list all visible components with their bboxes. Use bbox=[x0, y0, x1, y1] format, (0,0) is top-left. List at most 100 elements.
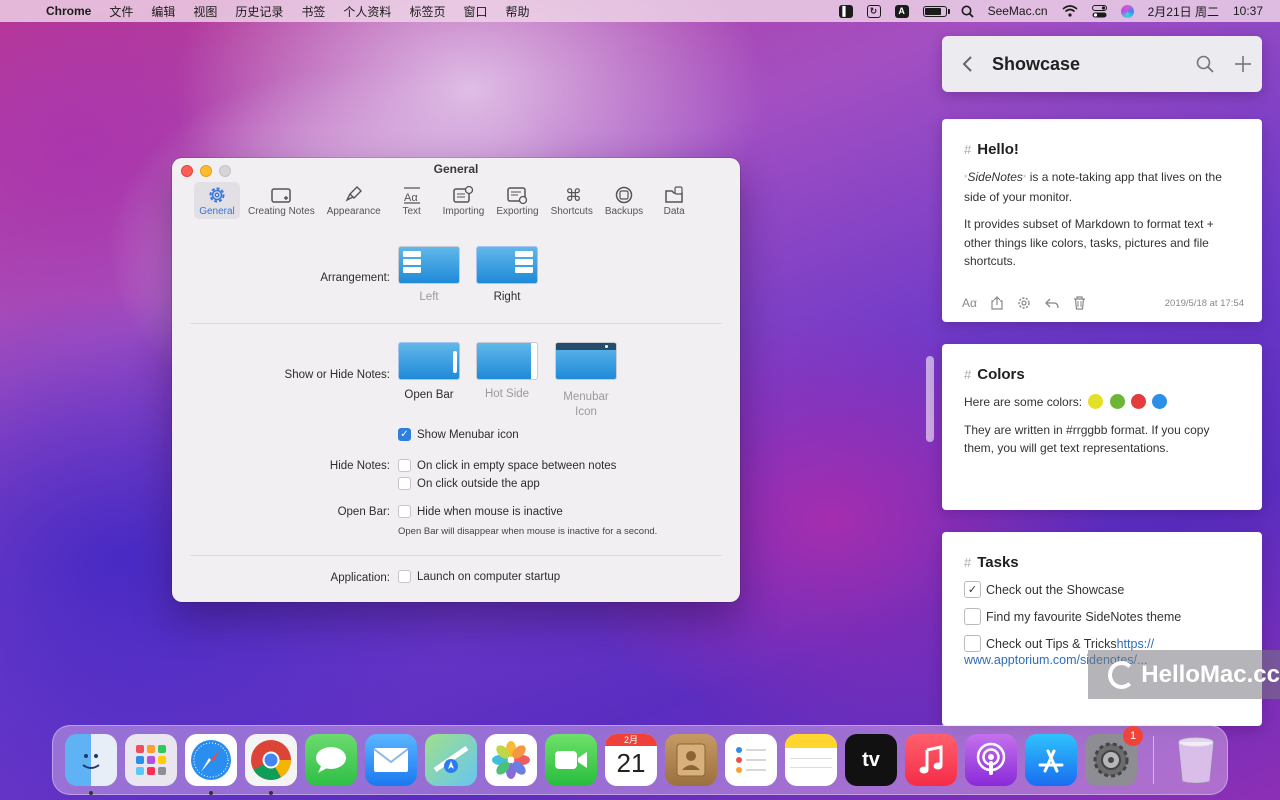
sidenotes-scroll-handle[interactable] bbox=[926, 356, 934, 442]
note-title-text: Tasks bbox=[977, 554, 1019, 571]
show-hide-label: Show or Hide Notes: bbox=[284, 369, 390, 381]
arrangement-left-caption: Left bbox=[419, 291, 439, 303]
facetime-icon[interactable] bbox=[545, 734, 597, 786]
menu-bookmarks[interactable]: 书签 bbox=[292, 3, 334, 20]
task-item[interactable]: ✓ Check out the Showcase bbox=[964, 581, 1240, 598]
menu-profiles[interactable]: 个人资料 bbox=[334, 3, 400, 20]
menu-file[interactable]: 文件 bbox=[100, 3, 142, 20]
tab-shortcuts[interactable]: ⌘ Shortcuts bbox=[547, 182, 597, 219]
safari-icon[interactable] bbox=[185, 734, 237, 795]
note-card[interactable]: # Hello! *SideNotes* is a note-taking app… bbox=[942, 119, 1262, 322]
plus-icon bbox=[1235, 56, 1251, 72]
tab-general-label: General bbox=[199, 206, 235, 217]
tab-shortcuts-label: Shortcuts bbox=[550, 206, 593, 217]
color-swatch-red[interactable] bbox=[1131, 394, 1147, 409]
tab-creating-notes[interactable]: Creating Notes bbox=[244, 182, 319, 219]
tab-creating-notes-label: Creating Notes bbox=[248, 206, 315, 217]
calendar-icon[interactable]: 2月 21 bbox=[605, 734, 657, 786]
mail-icon[interactable] bbox=[365, 734, 417, 786]
podcasts-icon[interactable] bbox=[965, 734, 1017, 786]
heading-hash-icon: # bbox=[964, 555, 972, 570]
arrangement-left-option[interactable] bbox=[398, 246, 460, 284]
launch-at-startup-checkbox[interactable]: Launch on computer startup bbox=[398, 570, 560, 583]
menu-view[interactable]: 视图 bbox=[184, 3, 226, 20]
share-icon[interactable] bbox=[991, 296, 1003, 310]
note-date: 2019/5/18 at 17:54 bbox=[1164, 297, 1244, 309]
wifi-icon[interactable] bbox=[1062, 5, 1078, 17]
system-preferences-icon[interactable]: 1 bbox=[1085, 726, 1143, 786]
tab-general[interactable]: General bbox=[194, 182, 240, 219]
menubar-time[interactable]: 10:37 bbox=[1233, 4, 1263, 18]
menu-history[interactable]: 历史记录 bbox=[226, 3, 292, 20]
add-note-button[interactable] bbox=[1224, 55, 1262, 73]
maps-icon[interactable] bbox=[425, 734, 477, 786]
task-checkbox[interactable] bbox=[964, 635, 981, 652]
menubar-date[interactable]: 2月21日 周二 bbox=[1148, 3, 1219, 20]
color-swatch-green[interactable] bbox=[1109, 394, 1125, 409]
launchpad-icon[interactable] bbox=[125, 734, 177, 786]
sync-menubar-icon[interactable]: ↻ bbox=[866, 4, 881, 18]
tab-importing[interactable]: Importing bbox=[439, 182, 489, 219]
note-footer: Aα 2019/5/18 at 17:54 bbox=[962, 296, 1244, 310]
tab-exporting-label: Exporting bbox=[496, 206, 539, 217]
color-swatch-yellow[interactable] bbox=[1088, 394, 1104, 409]
menu-tabs[interactable]: 标签页 bbox=[400, 3, 454, 20]
messages-icon[interactable] bbox=[305, 734, 357, 786]
open-bar-hint: Open Bar will disappear when mouse is in… bbox=[398, 526, 658, 537]
control-center-icon[interactable] bbox=[1091, 4, 1107, 18]
trash-icon[interactable] bbox=[1073, 296, 1086, 310]
tab-exporting[interactable]: Exporting bbox=[492, 182, 542, 219]
watermark-logo-icon bbox=[1108, 660, 1136, 689]
menu-help[interactable]: 帮助 bbox=[496, 3, 538, 20]
preferences-toolbar: General Creating Notes Appearance Aα Tex… bbox=[194, 182, 697, 219]
task-link[interactable]: https:// bbox=[1117, 637, 1155, 651]
task-checkbox[interactable] bbox=[964, 608, 981, 625]
menubar-icon-option[interactable] bbox=[555, 342, 617, 380]
tab-text[interactable]: Aα Text bbox=[389, 182, 435, 219]
text-format-icon[interactable]: Aα bbox=[962, 296, 977, 310]
gear-icon[interactable] bbox=[1017, 296, 1031, 310]
chrome-icon[interactable] bbox=[245, 734, 297, 795]
task-checkbox-checked[interactable]: ✓ bbox=[964, 581, 981, 598]
tab-data[interactable]: Data bbox=[651, 182, 697, 219]
arrangement-right-option[interactable] bbox=[476, 246, 538, 284]
battery-icon[interactable] bbox=[922, 5, 950, 17]
reply-icon[interactable] bbox=[1045, 297, 1059, 309]
hide-on-outside-click-checkbox[interactable]: On click outside the app bbox=[398, 477, 540, 490]
menu-window[interactable]: 窗口 bbox=[454, 3, 496, 20]
tab-appearance[interactable]: Appearance bbox=[323, 182, 385, 219]
text-icon: Aα bbox=[403, 187, 420, 204]
reminders-icon[interactable] bbox=[725, 734, 777, 786]
hide-inactive-checkbox[interactable]: Hide when mouse is inactive bbox=[398, 505, 563, 518]
new-note-icon bbox=[271, 188, 292, 203]
note-card[interactable]: # Colors Here are some colors: They are w… bbox=[942, 344, 1262, 510]
spotlight-search-icon[interactable] bbox=[961, 5, 974, 18]
hide-on-empty-click-checkbox[interactable]: On click in empty space between notes bbox=[398, 459, 616, 472]
dock-separator bbox=[1153, 736, 1154, 784]
show-menubar-icon-checkbox[interactable]: ✓ Show Menubar icon bbox=[398, 428, 519, 441]
app-store-icon[interactable] bbox=[1025, 734, 1077, 786]
hot-side-option[interactable] bbox=[476, 342, 538, 380]
siri-icon[interactable] bbox=[1120, 4, 1134, 18]
music-icon[interactable] bbox=[905, 734, 957, 786]
apple-tv-icon[interactable]: tv bbox=[845, 734, 897, 786]
notes-icon[interactable] bbox=[785, 734, 837, 786]
color-swatch-blue[interactable] bbox=[1152, 394, 1168, 409]
menu-app-name[interactable]: Chrome bbox=[40, 4, 100, 18]
open-bar-option[interactable] bbox=[398, 342, 460, 380]
search-button[interactable] bbox=[1186, 55, 1224, 73]
input-method-icon[interactable]: A bbox=[894, 4, 909, 18]
hide-notes-label: Hide Notes: bbox=[329, 460, 390, 472]
import-icon bbox=[453, 185, 474, 203]
photos-icon[interactable] bbox=[485, 734, 537, 786]
contacts-icon[interactable] bbox=[665, 734, 717, 786]
sidenotes-menubar-icon[interactable]: ▌ bbox=[838, 4, 853, 18]
finder-icon[interactable] bbox=[65, 734, 117, 795]
task-item[interactable]: Find my favourite SideNotes theme bbox=[964, 608, 1240, 625]
back-button[interactable] bbox=[942, 55, 992, 73]
section-divider bbox=[190, 323, 722, 324]
note-title: # Colors bbox=[964, 366, 1240, 383]
trash-icon[interactable] bbox=[1170, 734, 1222, 786]
menu-edit[interactable]: 编辑 bbox=[142, 3, 184, 20]
tab-backups[interactable]: Backups bbox=[601, 182, 647, 219]
